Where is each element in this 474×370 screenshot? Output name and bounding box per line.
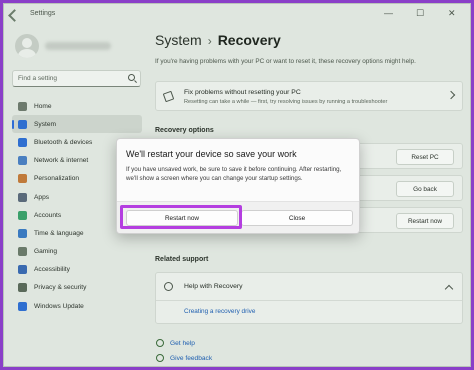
chevron-right-icon (446, 90, 456, 100)
related-support-heading: Related support (155, 256, 209, 263)
sidebar-item-privacy[interactable]: Privacy & security (12, 279, 142, 297)
sidebar-item-label: Time & language (34, 229, 84, 237)
recovery-drive-link[interactable]: Creating a recovery drive (184, 308, 255, 315)
sidebar-item-home[interactable]: Home (12, 97, 142, 115)
person-icon (18, 210, 27, 220)
sidebar-item-label: Network & internet (34, 157, 89, 165)
sidebar-item-label: Windows Update (34, 302, 84, 310)
help-icon (156, 339, 164, 347)
give-feedback-link[interactable]: Give feedback (156, 354, 212, 362)
back-arrow-icon[interactable] (8, 9, 21, 22)
page-title: Recovery (217, 32, 281, 48)
feedback-icon (156, 354, 164, 362)
search-input[interactable]: Find a setting (12, 70, 141, 87)
go-back-button[interactable]: Go back (396, 181, 454, 197)
search-icon (128, 74, 135, 81)
sidebar-item-gaming[interactable]: Gaming (12, 243, 142, 261)
accessibility-icon (18, 265, 27, 275)
globe-icon (164, 282, 173, 291)
title-bar: Settings — ☐ ✕ (4, 4, 470, 26)
sidebar-item-accessibility[interactable]: Accessibility (12, 261, 142, 279)
close-window-button[interactable]: ✕ (448, 8, 456, 19)
fix-card-title: Fix problems without resetting your PC (184, 89, 301, 96)
gamepad-icon (18, 247, 27, 257)
sidebar-item-label: Personalization (34, 175, 80, 183)
get-help-link[interactable]: Get help (156, 339, 195, 347)
give-feedback-label: Give feedback (170, 354, 213, 362)
breadcrumb-parent[interactable]: System (155, 32, 202, 48)
breadcrumb-separator: › (207, 34, 212, 48)
wifi-icon (18, 156, 27, 166)
sidebar-item-label: System (34, 120, 56, 128)
shield-icon (18, 283, 27, 293)
sidebar-item-label: Bluetooth & devices (34, 138, 93, 146)
home-icon (18, 101, 27, 111)
help-title: Help with Recovery (184, 283, 243, 290)
recovery-options-heading: Recovery options (155, 127, 214, 134)
fix-problems-card[interactable]: Fix problems without resetting your PC R… (155, 81, 463, 111)
blurred-user-name (45, 42, 111, 50)
fix-card-subtitle: Resetting can take a while — first, try … (184, 99, 388, 105)
sidebar-item-label: Accessibility (34, 266, 70, 274)
maximize-button[interactable]: ☐ (416, 8, 424, 19)
search-placeholder: Find a setting (18, 75, 58, 82)
sidebar-item-windows-update[interactable]: Windows Update (12, 297, 142, 315)
highlight-box (120, 205, 242, 229)
restart-now-row-button[interactable]: Restart now (396, 213, 454, 229)
close-button[interactable]: Close (241, 210, 353, 226)
sidebar-item-label: Apps (34, 193, 50, 201)
brush-icon (18, 174, 27, 184)
user-avatar[interactable] (15, 34, 39, 58)
get-help-label: Get help (170, 339, 195, 347)
monitor-icon (18, 119, 27, 129)
divider (156, 300, 462, 301)
bluetooth-icon (18, 137, 27, 147)
minimize-button[interactable]: — (384, 8, 393, 18)
help-with-recovery-card: Help with Recovery Creating a recovery d… (155, 272, 463, 324)
window-title: Settings (30, 10, 56, 17)
reset-pc-button[interactable]: Reset PC (396, 149, 454, 165)
intro-text: If you're having problems with your PC o… (155, 58, 416, 65)
sidebar-item-system[interactable]: System (12, 115, 142, 134)
dialog-title: We'll restart your device so save your w… (126, 149, 297, 159)
breadcrumb: System › Recovery (155, 32, 281, 48)
apps-icon (18, 192, 27, 202)
chevron-up-icon[interactable] (444, 284, 454, 294)
update-icon (18, 301, 27, 311)
wrench-icon (162, 90, 175, 103)
sidebar-item-label: Privacy & security (34, 284, 87, 292)
sidebar-item-label: Home (34, 102, 52, 110)
sidebar-item-label: Gaming (34, 248, 58, 256)
dialog-body: If you have unsaved work, be sure to sav… (126, 166, 342, 182)
sidebar-item-label: Accounts (34, 211, 62, 219)
globe-clock-icon (18, 228, 27, 238)
